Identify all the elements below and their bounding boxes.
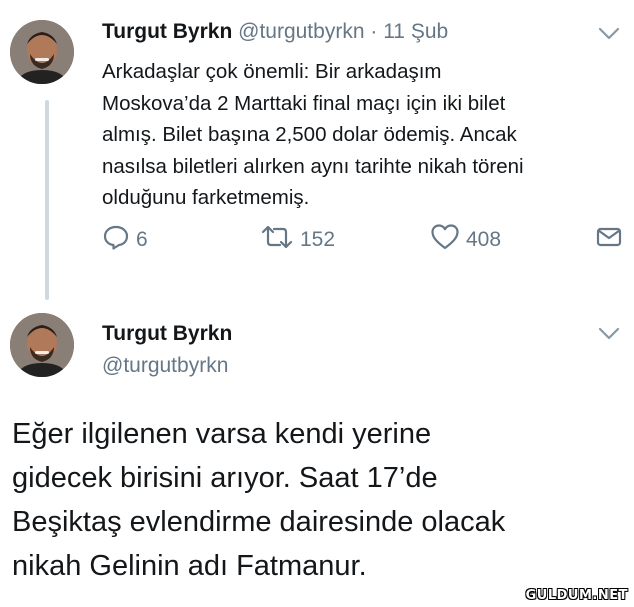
like-button[interactable]: 408 xyxy=(430,224,501,256)
avatar[interactable] xyxy=(10,20,74,84)
user-handle[interactable]: @turgutbyrkn xyxy=(102,354,228,378)
retweet-count: 152 xyxy=(300,228,336,251)
tweet-text-line: almış. Bilet başına 2,500 dolar ödemiş. … xyxy=(102,123,517,146)
reply-count: 6 xyxy=(136,228,148,251)
dm-button[interactable] xyxy=(596,224,628,256)
reply-icon xyxy=(102,224,136,256)
tweet-actions: 6 152 408 xyxy=(102,224,622,256)
watermark: GULDUM.NET xyxy=(525,588,628,603)
tweet-text-line: Beşiktaş evlendirme dairesinde olacak xyxy=(12,506,506,538)
tweet-text: Eğer ilgilenen varsa kendi yerine gidece… xyxy=(12,412,622,588)
thread-line xyxy=(45,100,49,300)
avatar[interactable] xyxy=(10,313,74,377)
tweet-text-line: Arkadaşlar çok önemli: Bir arkadaşım xyxy=(102,60,442,83)
tweet-header: Turgut Byrkn @turgutbyrkn · 11 Şub xyxy=(102,20,448,44)
tweet-date[interactable]: 11 Şub xyxy=(383,20,448,43)
envelope-icon xyxy=(596,226,628,254)
tweet-text-line: Moskova’da 2 Marttaki final maçı için ik… xyxy=(102,91,506,115)
tweet-text-line: Eğer ilgilenen varsa kendi yerine xyxy=(12,418,432,450)
tweet-text: Arkadaşlar çok önemli: Bir arkadaşım Mos… xyxy=(102,56,622,214)
user-handle[interactable]: @turgutbyrkn xyxy=(238,20,364,43)
reply-button[interactable]: 6 xyxy=(102,224,148,256)
chevron-down-icon[interactable] xyxy=(597,326,621,347)
display-name[interactable]: Turgut Byrkn xyxy=(102,20,232,43)
tweet-text-line: olduğunu farketmemiş. xyxy=(102,186,310,209)
retweet-button[interactable]: 152 xyxy=(260,224,335,256)
heart-icon xyxy=(430,223,466,257)
separator: · xyxy=(370,20,378,43)
chevron-down-icon[interactable] xyxy=(597,26,621,47)
tweet-text-line: nasılsa biletleri alırken aynı tarihte n… xyxy=(102,154,524,178)
display-name[interactable]: Turgut Byrkn xyxy=(102,322,232,346)
tweet-text-line: nikah Gelinin adı Fatmanur. xyxy=(12,550,367,582)
retweet-icon xyxy=(260,225,300,255)
like-count: 408 xyxy=(466,228,502,251)
tweet-text-line: gidecek birisini arıyor. Saat 17’de xyxy=(12,462,438,494)
